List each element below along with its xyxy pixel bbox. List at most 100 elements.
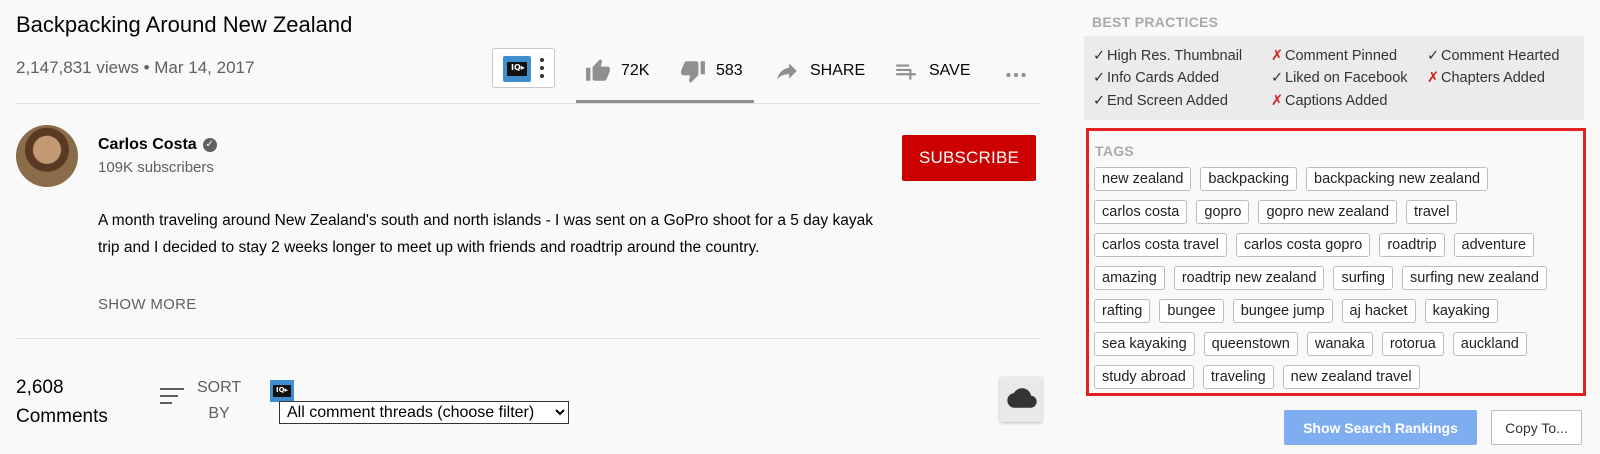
divider xyxy=(16,338,1040,339)
save-button[interactable]: SAVE xyxy=(893,56,971,86)
subscriber-count: 109K subscribers xyxy=(98,159,214,176)
video-meta: 2,147,831 views • Mar 14, 2017 xyxy=(16,58,255,77)
tag-chip[interactable]: amazing xyxy=(1094,266,1165,290)
tag-chip[interactable]: roadtrip new zealand xyxy=(1173,266,1325,290)
tag-chip[interactable]: gopro new zealand xyxy=(1258,200,1398,224)
tag-chip[interactable]: rafting xyxy=(1094,299,1151,323)
tag-chip[interactable]: bungee xyxy=(1159,299,1224,323)
best-practice-item: ✓ Comment Hearted xyxy=(1427,48,1559,64)
cross-icon: ✗ xyxy=(1271,48,1284,64)
tag-chip[interactable]: carlos costa travel xyxy=(1094,233,1227,257)
extension-menu-button[interactable]: IQ▸ xyxy=(492,48,555,88)
verified-icon: ✓ xyxy=(202,138,217,152)
dislike-button[interactable]: 583 xyxy=(680,56,743,86)
comments-count-label: Comments xyxy=(16,406,108,427)
tag-chip[interactable]: carlos costa gopro xyxy=(1235,233,1371,257)
channel-name[interactable]: Carlos Costa ✓ xyxy=(98,136,217,154)
best-practice-text: Liked on Facebook xyxy=(1285,70,1408,86)
tag-chip[interactable]: wanaka xyxy=(1306,332,1373,356)
video-title: Backpacking Around New Zealand xyxy=(16,12,353,37)
check-icon: ✓ xyxy=(1271,70,1284,86)
tag-chip[interactable]: rotorua xyxy=(1381,332,1444,356)
kebab-icon xyxy=(540,58,544,82)
tag-chip[interactable]: gopro xyxy=(1196,200,1250,224)
tag-chip[interactable]: study abroad xyxy=(1094,365,1194,389)
thumbs-up-icon xyxy=(586,59,610,81)
best-practice-text: End Screen Added xyxy=(1107,93,1228,109)
tag-chip[interactable]: backpacking new zealand xyxy=(1306,167,1489,191)
best-practice-item: ✓ End Screen Added xyxy=(1093,93,1228,109)
tag-chip[interactable]: aj hacket xyxy=(1341,299,1416,323)
avatar[interactable] xyxy=(16,125,78,187)
like-button[interactable]: 72K xyxy=(585,56,649,86)
check-icon: ✓ xyxy=(1093,93,1106,109)
video-details: Backpacking Around New Zealand 2,147,831… xyxy=(0,0,1072,454)
tag-chip[interactable]: new zealand xyxy=(1094,167,1192,191)
best-practice-item: ✗ Captions Added xyxy=(1271,93,1387,109)
tag-chip[interactable]: roadtrip xyxy=(1379,233,1445,257)
check-icon: ✓ xyxy=(1093,70,1106,86)
extension-logo-icon: IQ▸ xyxy=(503,56,531,82)
video-description: A month traveling around New Zealand's s… xyxy=(98,212,873,256)
subscribe-button[interactable]: SUBSCRIBE xyxy=(902,135,1036,181)
best-practice-item: ✗ Chapters Added xyxy=(1427,70,1545,86)
cross-icon: ✗ xyxy=(1271,93,1284,109)
divider xyxy=(16,103,1040,104)
show-more-button[interactable]: SHOW MORE xyxy=(98,296,197,313)
tag-chip[interactable]: queenstown xyxy=(1203,332,1298,356)
comments-count-number: 2,608 xyxy=(16,377,64,398)
share-label: SHARE xyxy=(810,62,866,79)
channel-name-text: Carlos Costa xyxy=(98,136,197,153)
best-practices-label: BEST PRACTICES xyxy=(1092,14,1219,30)
best-practices-box: ✓ High Res. Thumbnail ✗ Comment Pinned ✓ Co… xyxy=(1084,36,1584,120)
tag-chip[interactable]: traveling xyxy=(1202,365,1274,389)
more-horiz-icon xyxy=(1006,72,1026,78)
best-practice-text: Chapters Added xyxy=(1441,70,1545,86)
tag-chip[interactable]: surfing xyxy=(1333,266,1393,290)
comment-filter-select[interactable]: All comment threads (choose filter) xyxy=(279,401,569,424)
page: Backpacking Around New Zealand 2,147,831… xyxy=(0,0,1600,454)
tag-chip[interactable]: sea kayaking xyxy=(1094,332,1195,356)
sort-by-button[interactable]: SORT BY xyxy=(197,375,241,427)
tag-chip[interactable]: travel xyxy=(1406,200,1458,224)
tags-box: TAGS new zealand backpacking backpacking n… xyxy=(1086,128,1586,396)
like-count: 72K xyxy=(621,62,650,79)
tag-chip[interactable]: carlos costa xyxy=(1094,200,1188,224)
word-cloud-button[interactable] xyxy=(1000,377,1042,422)
sort-icon[interactable] xyxy=(160,388,184,406)
tag-chip[interactable]: new zealand travel xyxy=(1282,365,1420,389)
best-practice-item: ✓ Info Cards Added xyxy=(1093,70,1219,86)
best-practice-text: High Res. Thumbnail xyxy=(1107,48,1243,64)
best-practice-item: ✗ Comment Pinned xyxy=(1271,48,1397,64)
best-practice-text: Comment Hearted xyxy=(1441,48,1560,64)
more-actions-button[interactable] xyxy=(1003,60,1029,90)
extension-logo-icon: IQ▸ xyxy=(270,380,294,402)
best-practice-text: Captions Added xyxy=(1285,93,1388,109)
thumbs-down-icon xyxy=(681,61,705,83)
share-arrow-icon xyxy=(777,63,797,80)
show-search-rankings-button[interactable]: Show Search Rankings xyxy=(1284,410,1477,445)
check-icon: ✓ xyxy=(1427,48,1440,64)
copy-to-button[interactable]: Copy To... xyxy=(1491,410,1582,445)
comments-count: 2,608 Comments xyxy=(16,373,108,431)
save-label: SAVE xyxy=(929,62,971,79)
tags-label: TAGS xyxy=(1095,143,1135,159)
best-practice-text: Info Cards Added xyxy=(1107,70,1220,86)
playlist-add-icon xyxy=(896,64,916,80)
tag-chip[interactable]: backpacking xyxy=(1200,167,1298,191)
dislike-count: 583 xyxy=(716,62,743,79)
tag-chip[interactable]: surfing new zealand xyxy=(1401,266,1547,290)
share-button[interactable]: SHARE xyxy=(774,56,865,86)
tag-chip[interactable]: adventure xyxy=(1453,233,1535,257)
cross-icon: ✗ xyxy=(1427,70,1440,86)
best-practice-item: ✓ Liked on Facebook xyxy=(1271,70,1408,86)
best-practice-item: ✓ High Res. Thumbnail xyxy=(1093,48,1242,64)
tag-chip[interactable]: bungee jump xyxy=(1232,299,1333,323)
cloud-icon xyxy=(1007,388,1037,408)
tag-chip[interactable]: auckland xyxy=(1452,332,1527,356)
tag-chip[interactable]: kayaking xyxy=(1424,299,1498,323)
tags-list: new zealand backpacking backpacking new ze… xyxy=(1094,167,1582,389)
check-icon: ✓ xyxy=(1093,48,1106,64)
best-practice-text: Comment Pinned xyxy=(1285,48,1398,64)
extension-panel: BEST PRACTICES ✓ High Res. Thumbnail ✗ Com… xyxy=(1072,0,1600,454)
